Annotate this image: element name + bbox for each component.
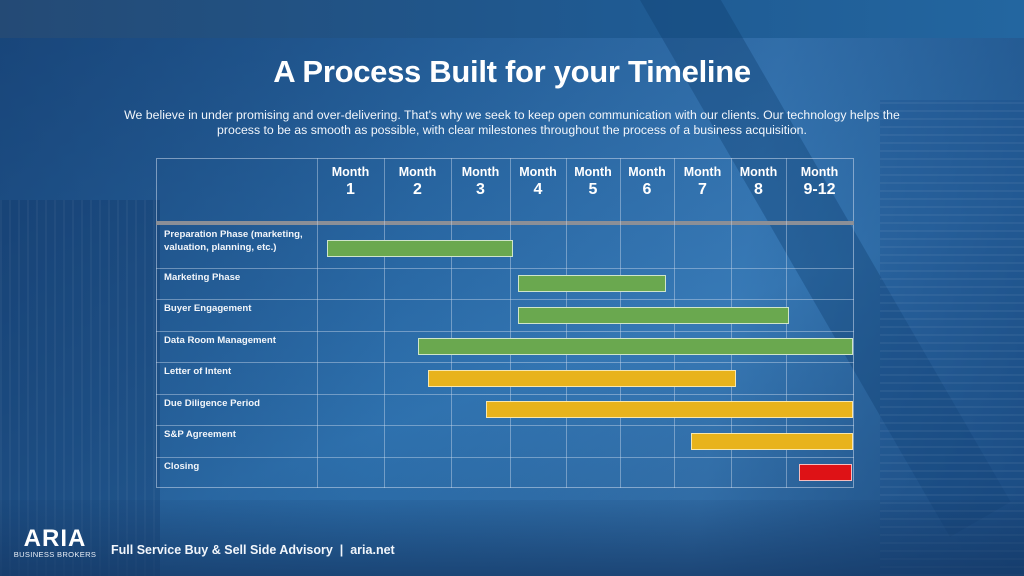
task-bar	[799, 464, 852, 481]
logo-wordmark: ARIA	[23, 525, 87, 552]
grid-row-line	[156, 331, 854, 332]
task-bar	[486, 401, 853, 418]
grid-row-line	[156, 457, 854, 458]
task-label: S&P Agreement	[164, 429, 236, 440]
task-bar	[691, 432, 853, 450]
task-bar	[327, 240, 513, 257]
gantt-chart: Month 1 Month 2 Month 3 Month 4 Month 5 Month 6 Mont…	[156, 158, 854, 488]
task-label: Marketing Phase	[164, 272, 241, 283]
background-building	[0, 200, 160, 576]
month-header-label: Month	[800, 165, 839, 179]
footer-tagline: Full Service Buy & Sell Side Advisory | …	[111, 543, 395, 557]
logo-subtitle: BUSINESS BROKERS	[13, 550, 97, 559]
header-separator	[156, 221, 854, 225]
grid-column-line	[384, 158, 385, 488]
task-label: Letter of Intent	[164, 366, 232, 377]
month-header-label: Month	[331, 165, 370, 179]
task-bar	[427, 369, 737, 387]
month-header-number: 1	[346, 181, 355, 198]
month-header-number: 5	[588, 181, 598, 198]
grid-column-line	[451, 158, 452, 488]
month-header: Month 3	[451, 164, 510, 200]
grid-column-line	[510, 158, 511, 488]
month-header: Month 9-12	[786, 164, 853, 200]
month-header-label: Month	[683, 165, 722, 179]
month-header: Month 6	[620, 164, 674, 200]
grid-column-line	[317, 158, 318, 488]
task-bar	[417, 338, 853, 355]
month-header-label: Month	[628, 165, 666, 179]
grid-row-line	[156, 268, 854, 269]
background-building	[880, 100, 1024, 576]
month-header-number: 4	[533, 181, 543, 198]
month-header-number: 3	[476, 181, 485, 198]
month-header: Month 8	[731, 164, 786, 200]
top-band	[0, 0, 1024, 38]
page-title: A Process Built for your Timeline	[273, 54, 751, 89]
month-header-label: Month	[519, 165, 557, 179]
grid-row-line	[156, 299, 854, 300]
task-label: Due Diligence Period	[164, 398, 260, 409]
month-header-label: Month	[574, 165, 612, 179]
subtitle: We believe in under promising and over-d…	[124, 108, 900, 137]
month-header-number: 8	[754, 181, 763, 198]
month-header-number: 9-12	[803, 181, 836, 198]
month-header: Month 2	[384, 164, 451, 200]
month-header: Month 5	[566, 164, 620, 200]
aria-logo: ARIA BUSINESS BROKERS	[11, 525, 99, 560]
month-header-label: Month	[398, 165, 437, 179]
task-label: Closing	[164, 461, 200, 472]
grid-row-line	[156, 394, 854, 395]
task-bar	[518, 306, 790, 324]
month-header-number: 7	[698, 181, 707, 198]
month-header-number: 6	[642, 181, 652, 198]
month-header: Month 1	[317, 164, 384, 200]
month-header-number: 2	[413, 181, 422, 198]
month-header: Month 4	[510, 164, 566, 200]
month-header: Month 7	[674, 164, 731, 200]
grid-row-line	[156, 362, 854, 363]
background-footer-shade	[0, 500, 1024, 576]
grid-row-line	[156, 425, 854, 426]
month-header-label: Month	[461, 165, 500, 179]
task-label: Data Room Management	[164, 335, 276, 346]
task-label: Preparation Phase (marketing, valuation,…	[164, 229, 303, 253]
month-header-label: Month	[739, 165, 778, 179]
task-bar	[518, 275, 666, 292]
task-label: Buyer Engagement	[164, 303, 252, 314]
